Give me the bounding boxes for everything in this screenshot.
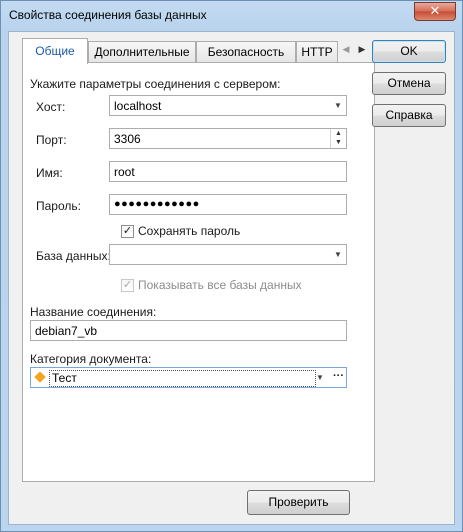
user-value: root [114,165,135,179]
chevron-down-icon[interactable]: ▼ [330,96,346,115]
tab-label: Безопасность [207,45,285,59]
port-spin-buttons[interactable]: ▲ ▼ [330,129,346,148]
password-input[interactable]: ●●●●●●●●●●●● [109,194,347,215]
show-all-databases-checkbox: ✓ [121,279,134,292]
spin-up-icon[interactable]: ▲ [331,129,346,138]
tab-general[interactable]: Общие [22,38,88,64]
host-label: Хост: [36,100,66,114]
tab-scroll-left-icon[interactable]: ◀ [338,40,354,58]
tab-scroll-right-icon[interactable]: ▶ [354,40,370,58]
doc-category-label: Категория документа: [30,352,152,366]
port-spinner[interactable]: 3306 ▲ ▼ [109,128,347,149]
user-label: Имя: [36,166,63,180]
checkmark-icon: ✓ [122,279,133,291]
host-value: localhost [114,99,162,113]
user-input[interactable]: root [109,161,347,182]
cancel-button[interactable]: Отмена [372,72,446,95]
ok-button[interactable]: OK [372,40,446,63]
tab-label: Дополнительные [94,45,190,59]
connection-name-label: Название соединения: [30,305,157,319]
ellipsis-button[interactable]: ··· [333,370,344,382]
tab-advanced[interactable]: Дополнительные [88,41,196,62]
orange-diamond-icon [34,371,46,383]
connection-name-input[interactable]: debian7_vb [30,320,347,341]
tab-label: Общие [35,44,75,58]
window-title: Свойства соединения базы данных [9,8,207,22]
focus-rect [49,370,316,387]
host-combobox[interactable]: localhost ▼ [109,95,347,116]
checkmark-icon: ✓ [122,225,133,237]
connection-name-value: debian7_vb [35,324,98,338]
spin-down-icon[interactable]: ▼ [331,138,346,147]
tab-security[interactable]: Безопасность [196,41,296,62]
test-connection-button[interactable]: Проверить [247,490,350,515]
doc-category-value: Тест [52,371,77,385]
tab-panel-general: Укажите параметры соединения с сервером:… [22,62,375,482]
port-label: Порт: [36,133,67,147]
show-all-databases-label: Показывать все базы данных [138,278,302,292]
close-button[interactable]: ✕ [414,2,456,21]
close-icon: ✕ [429,3,441,18]
tab-bar: Общие Дополнительные Безопасность HTTP ◀… [22,38,375,64]
help-button[interactable]: Справка [372,104,446,127]
chevron-down-icon[interactable]: ▼ [312,368,328,387]
password-masked-value: ●●●●●●●●●●●● [114,198,200,210]
save-password-checkbox[interactable]: ✓ [121,225,134,238]
title-bar[interactable]: Свойства соединения базы данных ✕ [1,1,462,31]
dialog-client-area: Общие Дополнительные Безопасность HTTP ◀… [8,31,455,525]
dialog-window: Свойства соединения базы данных ✕ Общие … [0,0,463,532]
save-password-label[interactable]: Сохранять пароль [138,224,240,238]
database-label: База данных: [36,249,111,263]
doc-category-combobox[interactable]: Тест ▼ ··· [30,367,347,388]
chevron-down-icon[interactable]: ▼ [330,245,346,264]
port-value: 3306 [114,132,141,146]
password-label: Пароль: [36,199,81,213]
connection-params-heading: Укажите параметры соединения с сервером: [30,77,281,91]
tab-label: HTTP [301,45,333,59]
tab-http[interactable]: HTTP [296,41,338,62]
database-combobox[interactable]: ▼ [109,244,347,265]
